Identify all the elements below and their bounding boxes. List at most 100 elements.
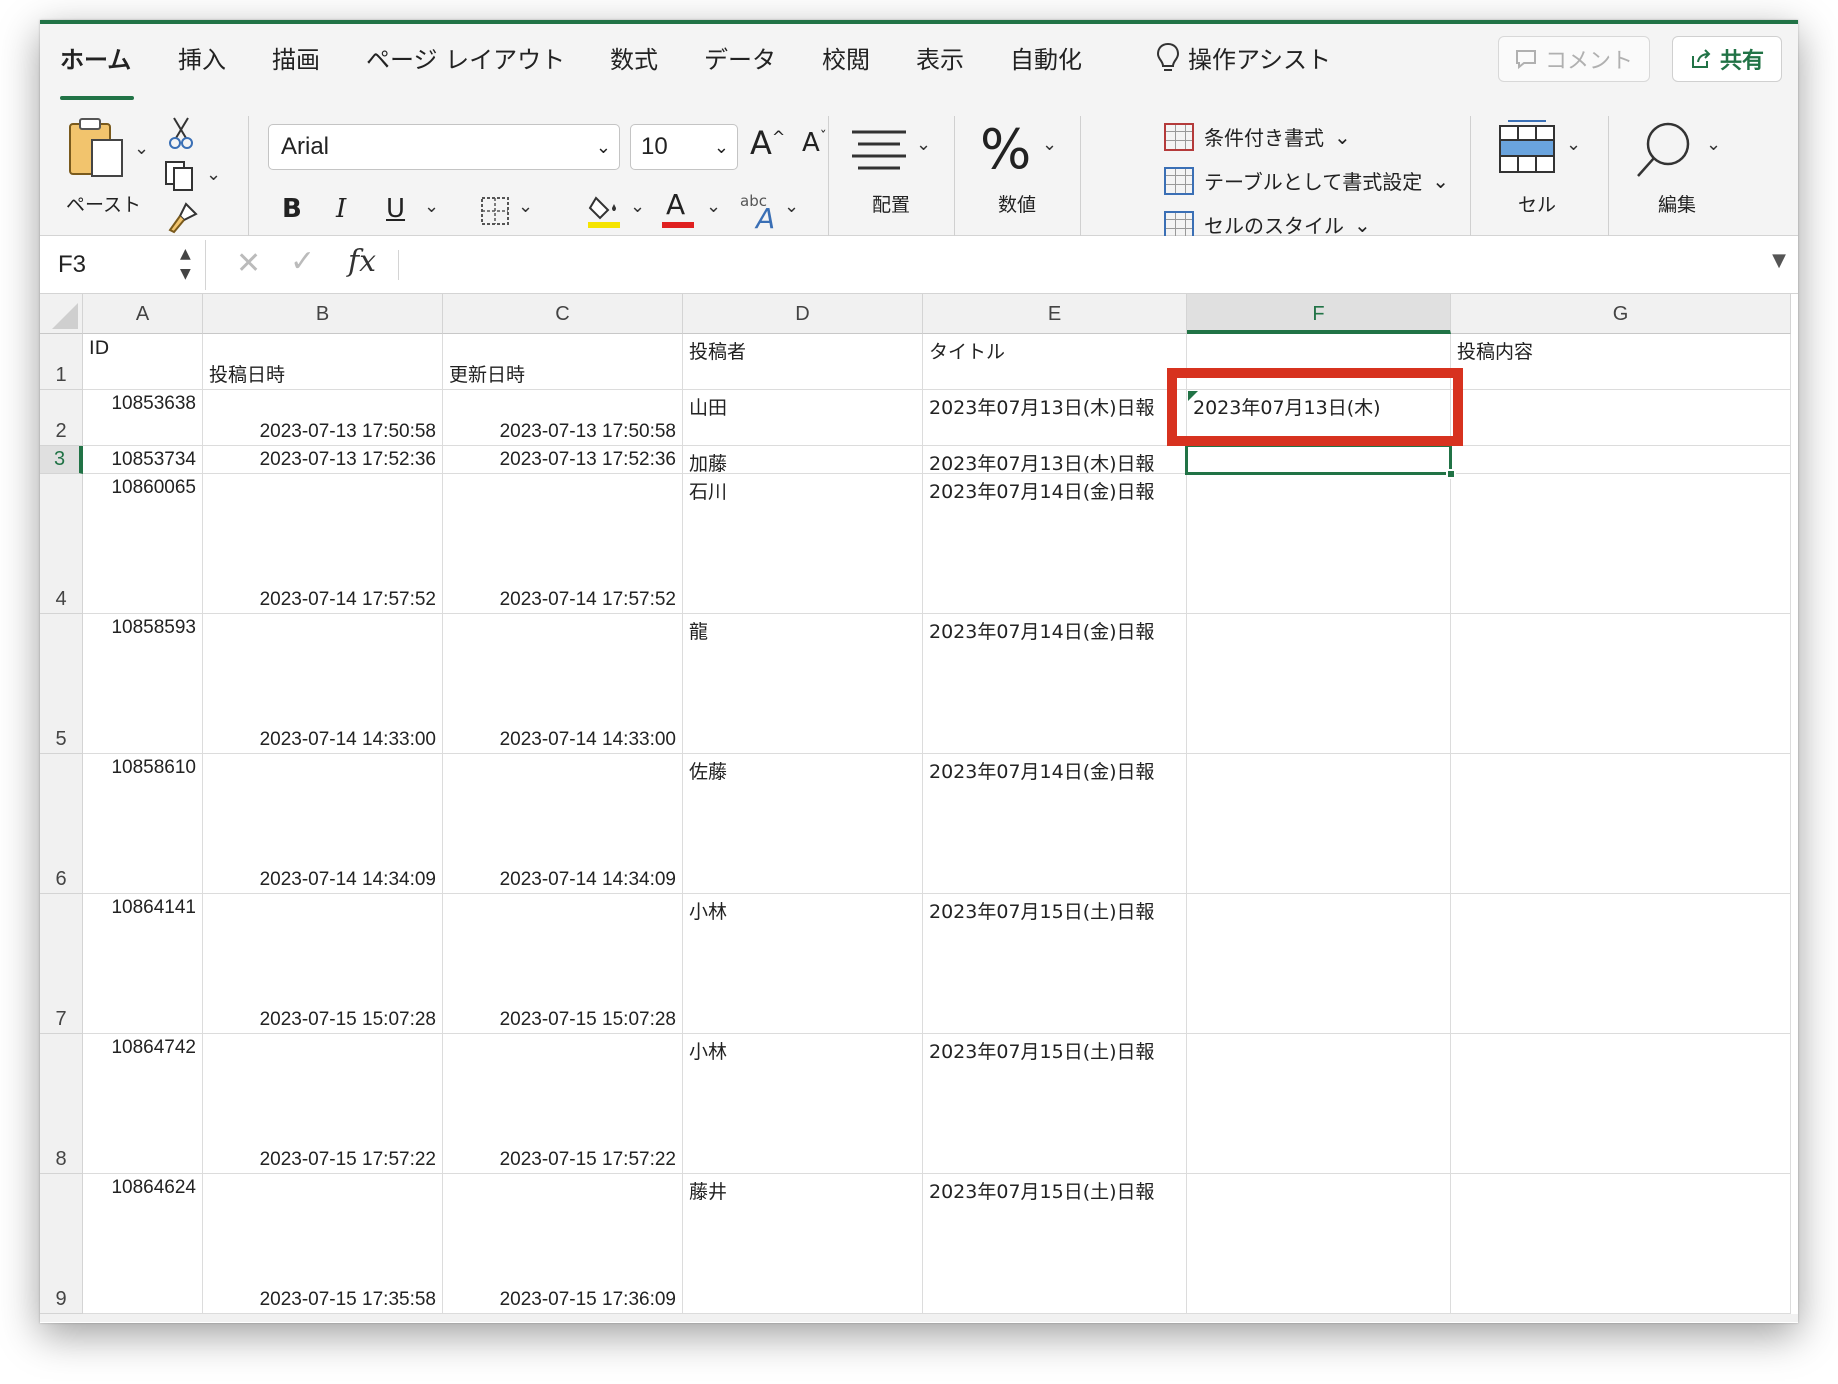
editing-chevron-down-icon[interactable]: ⌄ (1706, 134, 1721, 155)
row-header-3[interactable]: 3 (40, 446, 83, 474)
tell-me-assist[interactable]: 操作アシスト (1156, 40, 1331, 75)
insert-function-icon[interactable]: fx (348, 244, 376, 279)
row-header-8[interactable]: 8 (40, 1034, 83, 1174)
paste-button[interactable] (66, 116, 128, 182)
cell-b6[interactable]: 2023-07-14 14:34:09 (203, 754, 443, 894)
column-header-b[interactable]: B (203, 294, 443, 334)
column-header-g[interactable]: G (1451, 294, 1791, 334)
cell-a1[interactable]: ID (83, 334, 203, 390)
fill-handle[interactable] (1446, 469, 1456, 479)
confirm-entry-icon[interactable]: ✓ (290, 244, 315, 279)
cell-f6[interactable] (1187, 754, 1451, 894)
tab-draw[interactable]: 描画 (272, 40, 320, 75)
cell-g3[interactable] (1451, 446, 1791, 474)
row-header-9[interactable]: 9 (40, 1174, 83, 1314)
cell-f7[interactable] (1187, 894, 1451, 1034)
cell-b5[interactable]: 2023-07-14 14:33:00 (203, 614, 443, 754)
column-header-e[interactable]: E (923, 294, 1187, 334)
cell-f8[interactable] (1187, 1034, 1451, 1174)
cell-e4[interactable]: 2023年07月14日(金)日報 (923, 474, 1187, 614)
cell-c6[interactable]: 2023-07-14 14:34:09 (443, 754, 683, 894)
cell-a7[interactable]: 10864141 (83, 894, 203, 1034)
cell-f9[interactable] (1187, 1174, 1451, 1314)
tab-review[interactable]: 校閲 (822, 40, 870, 75)
cell-e3[interactable]: 2023年07月13日(木)日報 (923, 446, 1187, 474)
cell-c2[interactable]: 2023-07-13 17:50:58 (443, 390, 683, 446)
cell-a5[interactable]: 10858593 (83, 614, 203, 754)
shrink-font-button[interactable]: Aˇ (802, 128, 827, 158)
name-box-spinner-icon[interactable]: ▲ ▼ (180, 244, 191, 284)
tab-page-layout[interactable]: ページ レイアウト (366, 40, 565, 75)
cell-styles-button[interactable]: セルのスタイル ⌄ (1164, 210, 1371, 239)
borders-button[interactable] (480, 196, 510, 230)
row-header-5[interactable]: 5 (40, 614, 83, 754)
tab-home[interactable]: ホーム (60, 40, 131, 75)
cell-c3[interactable]: 2023-07-13 17:52:36 (443, 446, 683, 474)
cell-b1[interactable]: 投稿日時 (203, 334, 443, 390)
cells-chevron-down-icon[interactable]: ⌄ (1566, 134, 1581, 155)
italic-button[interactable]: I (336, 194, 346, 224)
cell-g1[interactable]: 投稿内容 (1451, 334, 1791, 390)
underline-button[interactable]: U (386, 194, 405, 224)
expand-formula-chevron-down-icon[interactable]: ▼ (1772, 250, 1786, 271)
font-color-chevron-down-icon[interactable]: ⌄ (706, 196, 721, 217)
cell-a9[interactable]: 10864624 (83, 1174, 203, 1314)
phonetic-chevron-down-icon[interactable]: ⌄ (784, 196, 799, 217)
cells-button[interactable] (1498, 120, 1556, 178)
fill-chevron-down-icon[interactable]: ⌄ (630, 196, 645, 217)
cell-f1[interactable] (1187, 334, 1451, 390)
alignment-chevron-down-icon[interactable]: ⌄ (916, 134, 931, 155)
cell-g5[interactable] (1451, 614, 1791, 754)
share-button[interactable]: 共有 (1672, 36, 1782, 82)
conditional-format-button[interactable]: 条件付き書式 ⌄ (1164, 122, 1351, 151)
fill-color-button[interactable] (588, 190, 620, 234)
cell-b9[interactable]: 2023-07-15 17:35:58 (203, 1174, 443, 1314)
bold-button[interactable]: B (282, 194, 302, 224)
font-name-select[interactable]: Arial ⌄ (268, 124, 620, 170)
alignment-button[interactable] (850, 128, 908, 178)
cell-d9[interactable]: 藤井 (683, 1174, 923, 1314)
cell-e2[interactable]: 2023年07月13日(木)日報 (923, 390, 1187, 446)
cell-g8[interactable] (1451, 1034, 1791, 1174)
row-header-4[interactable]: 4 (40, 474, 83, 614)
cell-a8[interactable]: 10864742 (83, 1034, 203, 1174)
cell-c4[interactable]: 2023-07-14 17:57:52 (443, 474, 683, 614)
cell-e5[interactable]: 2023年07月14日(金)日報 (923, 614, 1187, 754)
cell-e1[interactable]: タイトル (923, 334, 1187, 390)
tab-insert[interactable]: 挿入 (178, 40, 226, 75)
tab-view[interactable]: 表示 (916, 40, 964, 75)
row-header-2[interactable]: 2 (40, 390, 83, 446)
cut-button[interactable] (168, 116, 194, 154)
row-header-6[interactable]: 6 (40, 754, 83, 894)
underline-chevron-down-icon[interactable]: ⌄ (424, 196, 439, 217)
row-header-7[interactable]: 7 (40, 894, 83, 1034)
grow-font-button[interactable]: A^ (750, 124, 785, 162)
format-as-table-button[interactable]: テーブルとして書式設定 ⌄ (1164, 166, 1449, 195)
cell-b2[interactable]: 2023-07-13 17:50:58 (203, 390, 443, 446)
cell-b3[interactable]: 2023-07-13 17:52:36 (203, 446, 443, 474)
cell-c5[interactable]: 2023-07-14 14:33:00 (443, 614, 683, 754)
cell-g2[interactable] (1451, 390, 1791, 446)
cell-b8[interactable]: 2023-07-15 17:57:22 (203, 1034, 443, 1174)
cell-d4[interactable]: 石川 (683, 474, 923, 614)
cancel-entry-icon[interactable]: ✕ (236, 246, 261, 281)
cell-d5[interactable]: 龍 (683, 614, 923, 754)
cell-d7[interactable]: 小林 (683, 894, 923, 1034)
cell-g9[interactable] (1451, 1174, 1791, 1314)
borders-chevron-down-icon[interactable]: ⌄ (518, 196, 533, 217)
comment-button[interactable]: コメント (1498, 36, 1650, 82)
cell-c9[interactable]: 2023-07-15 17:36:09 (443, 1174, 683, 1314)
cell-e8[interactable]: 2023年07月15日(土)日報 (923, 1034, 1187, 1174)
cell-f3[interactable] (1187, 446, 1451, 474)
cell-c7[interactable]: 2023-07-15 15:07:28 (443, 894, 683, 1034)
cell-g6[interactable] (1451, 754, 1791, 894)
format-painter-button[interactable] (166, 202, 198, 238)
number-chevron-down-icon[interactable]: ⌄ (1042, 134, 1057, 155)
column-header-a[interactable]: A (83, 294, 203, 334)
paste-chevron-down-icon[interactable]: ⌄ (134, 138, 149, 159)
tab-automate[interactable]: 自動化 (1010, 40, 1082, 75)
editing-button[interactable] (1634, 120, 1694, 184)
cell-e7[interactable]: 2023年07月15日(土)日報 (923, 894, 1187, 1034)
copy-button[interactable] (164, 160, 198, 196)
cell-f5[interactable] (1187, 614, 1451, 754)
